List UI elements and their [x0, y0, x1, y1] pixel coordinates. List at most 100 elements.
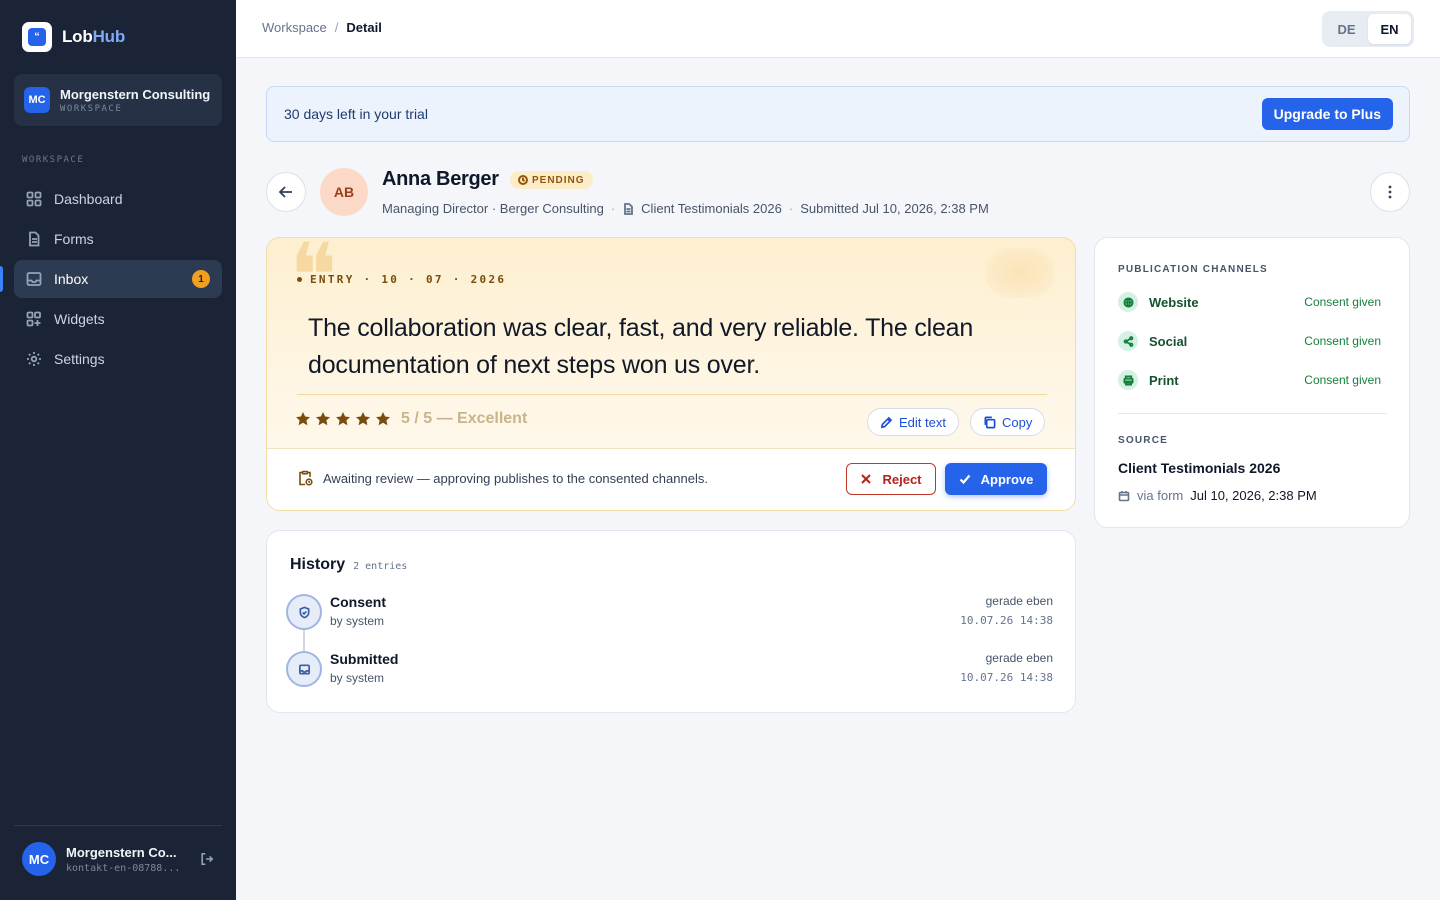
inbox-icon [26, 272, 42, 286]
breadcrumb: Workspace / Detail [262, 20, 382, 35]
brand-name-part: Lob [62, 27, 93, 46]
dot-icon [297, 277, 302, 282]
sidebar-item-label: Dashboard [54, 191, 123, 207]
inbox-icon [286, 651, 322, 687]
edit-text-label: Edit text [899, 414, 946, 430]
entry-label: ENTRY · 10 · 07 · 2026 [297, 273, 506, 286]
separator: · [610, 201, 616, 216]
more-vertical-icon [1388, 185, 1392, 199]
timeline-connector [303, 627, 305, 653]
workspace-switcher[interactable]: MC Morgenstern Consulting WORKSPACE [14, 74, 222, 126]
status-badge: PENDING [510, 171, 593, 189]
submitted-date: Submitted Jul 10, 2026, 2:38 PM [800, 201, 989, 216]
approve-button[interactable]: Approve [945, 463, 1047, 495]
star-icon [296, 412, 310, 426]
sidebar-item-widgets[interactable]: Widgets [14, 300, 222, 338]
globe-icon [1118, 292, 1138, 312]
logout-icon[interactable] [200, 852, 214, 866]
source-label: SOURCE [1118, 435, 1168, 446]
channels-label: PUBLICATION CHANNELS [1118, 264, 1268, 275]
avatar: AB [320, 168, 368, 216]
copy-label: Copy [1002, 414, 1033, 430]
lang-en-button[interactable]: EN [1368, 14, 1411, 44]
consent-status: Consent given [1304, 334, 1381, 348]
channel-website: Website Consent given [1118, 291, 1381, 313]
channel-name: Print [1149, 372, 1179, 388]
share-icon [1118, 331, 1138, 351]
source-meta: via form Jul 10, 2026, 2:38 PM [1118, 488, 1317, 503]
calendar-icon [1118, 490, 1130, 501]
arrow-left-icon [278, 186, 292, 198]
brand-name-accent: Hub [92, 27, 126, 46]
language-switch: DE EN [1322, 11, 1414, 47]
widgets-icon [26, 311, 41, 327]
consent-status: Consent given [1304, 295, 1381, 309]
grid-icon [26, 191, 42, 207]
sidebar-item-label: Forms [54, 231, 94, 247]
clock-icon [518, 175, 528, 185]
channel-print: Print Consent given [1118, 369, 1381, 391]
upgrade-button[interactable]: Upgrade to Plus [1261, 98, 1393, 130]
entry-date: ENTRY · 10 · 07 · 2026 [310, 273, 507, 286]
breadcrumb-current: Detail [346, 20, 382, 35]
breadcrumb-workspace[interactable]: Workspace [262, 20, 327, 35]
trial-text: 30 days left in your trial [284, 106, 428, 122]
sidebar-item-label: Widgets [54, 311, 105, 327]
role-text: Managing Director · Berger Consulting [382, 201, 604, 216]
nav-section-label: WORKSPACE [22, 155, 85, 165]
sidebar-item-inbox[interactable]: Inbox 1 [0, 260, 222, 298]
history-item: Submitted by system gerade eben 10.07.26… [286, 651, 1053, 687]
history-heading: History [290, 556, 346, 573]
breadcrumb-separator: / [334, 20, 339, 35]
testimonial-text: The collaboration was clear, fast, and v… [308, 314, 974, 379]
status-text: PENDING [532, 174, 585, 186]
workspace-label: WORKSPACE [60, 103, 123, 114]
review-actions: Awaiting review — approving publishes to… [267, 448, 1075, 510]
form-link[interactable]: Client Testimonials 2026 [641, 201, 782, 216]
source-via: via form [1137, 488, 1184, 503]
page-title: Anna Berger [382, 168, 499, 190]
sidebar-item-label: Settings [54, 351, 105, 367]
review-hint: Awaiting review — approving publishes to… [297, 470, 708, 486]
inbox-count-badge: 1 [192, 270, 210, 288]
history-actor: by system [330, 614, 385, 628]
sidebar-item-forms[interactable]: Forms [14, 220, 222, 258]
lang-de-button[interactable]: DE [1325, 14, 1368, 44]
copy-button[interactable]: Copy [970, 408, 1046, 436]
history-item: Consent by system gerade eben 10.07.26 1… [286, 594, 1053, 630]
reject-label: Reject [882, 471, 922, 487]
sidebar-item-dashboard[interactable]: Dashboard [14, 180, 222, 218]
edit-text-button[interactable]: Edit text [867, 408, 959, 436]
channel-social: Social Consent given [1118, 330, 1381, 352]
close-icon [861, 474, 872, 484]
approve-label: Approve [980, 471, 1034, 487]
decorative-glow [985, 248, 1055, 298]
back-button[interactable] [266, 172, 306, 212]
review-text: Awaiting review — approving publishes to… [323, 470, 708, 486]
pencil-icon [880, 416, 893, 428]
reject-button[interactable]: Reject [846, 463, 936, 495]
divider [297, 394, 1047, 395]
star-rating: 5 / 5 — Excellent [295, 410, 527, 428]
history-card: History 2 entries Consent by system gera… [266, 530, 1076, 713]
star-icon [336, 412, 350, 426]
workspace-avatar: MC [24, 87, 50, 113]
history-actor: by system [330, 671, 385, 685]
topbar: Workspace / Detail DE EN [236, 0, 1440, 58]
user-name: Morgenstern Co... [66, 844, 177, 860]
copy-icon [984, 416, 996, 428]
more-options-button[interactable] [1370, 172, 1410, 212]
user-menu[interactable]: MC Morgenstern Co... kontakt-en-08788... [14, 825, 222, 876]
history-relative-time: gerade eben [985, 594, 1053, 608]
sidebar-item-settings[interactable]: Settings [14, 340, 222, 378]
history-event: Submitted [330, 651, 399, 667]
check-icon [959, 474, 970, 485]
consent-status: Consent given [1304, 373, 1381, 387]
history-timestamp: 10.07.26 14:38 [960, 671, 1053, 684]
source-title[interactable]: Client Testimonials 2026 [1118, 460, 1280, 476]
star-icon [376, 412, 390, 426]
history-relative-time: gerade eben [985, 651, 1053, 665]
sidebar-nav: Dashboard Forms Inbox 1 Widgets Settings [0, 180, 222, 380]
brand[interactable]: “ LobHub [22, 22, 125, 52]
shield-icon [286, 594, 322, 630]
